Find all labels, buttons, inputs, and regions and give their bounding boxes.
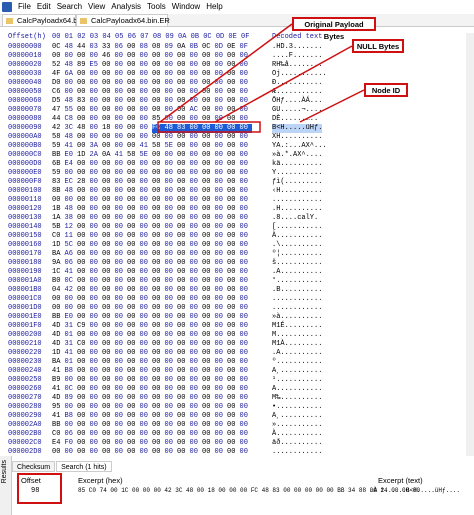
offset-highlight-box [17,473,62,504]
results-side-panel: Results [0,456,12,515]
col-hex-header: Excerpt (hex) [78,476,123,485]
tab-checksum[interactable]: Checksum [12,461,56,472]
arrow-node-id [299,89,365,123]
col-text-header: Excerpt (text) [378,476,423,485]
result-hex[interactable]: 85 C0 74 00 1C 00 00 00 42 3C 48 00 18 0… [78,487,420,494]
tab-search-hits[interactable]: Search (1 hits) [56,461,112,472]
highlight-box [157,121,261,133]
results-label: Results [1,460,8,484]
result-text[interactable]: …À t......B<H.....üHƒ.... [370,487,460,494]
arrow-payload [159,23,293,123]
arrow-null [214,45,353,123]
callout-arrows [157,23,365,133]
results-tabs: Checksum Search (1 hits) [12,461,113,472]
